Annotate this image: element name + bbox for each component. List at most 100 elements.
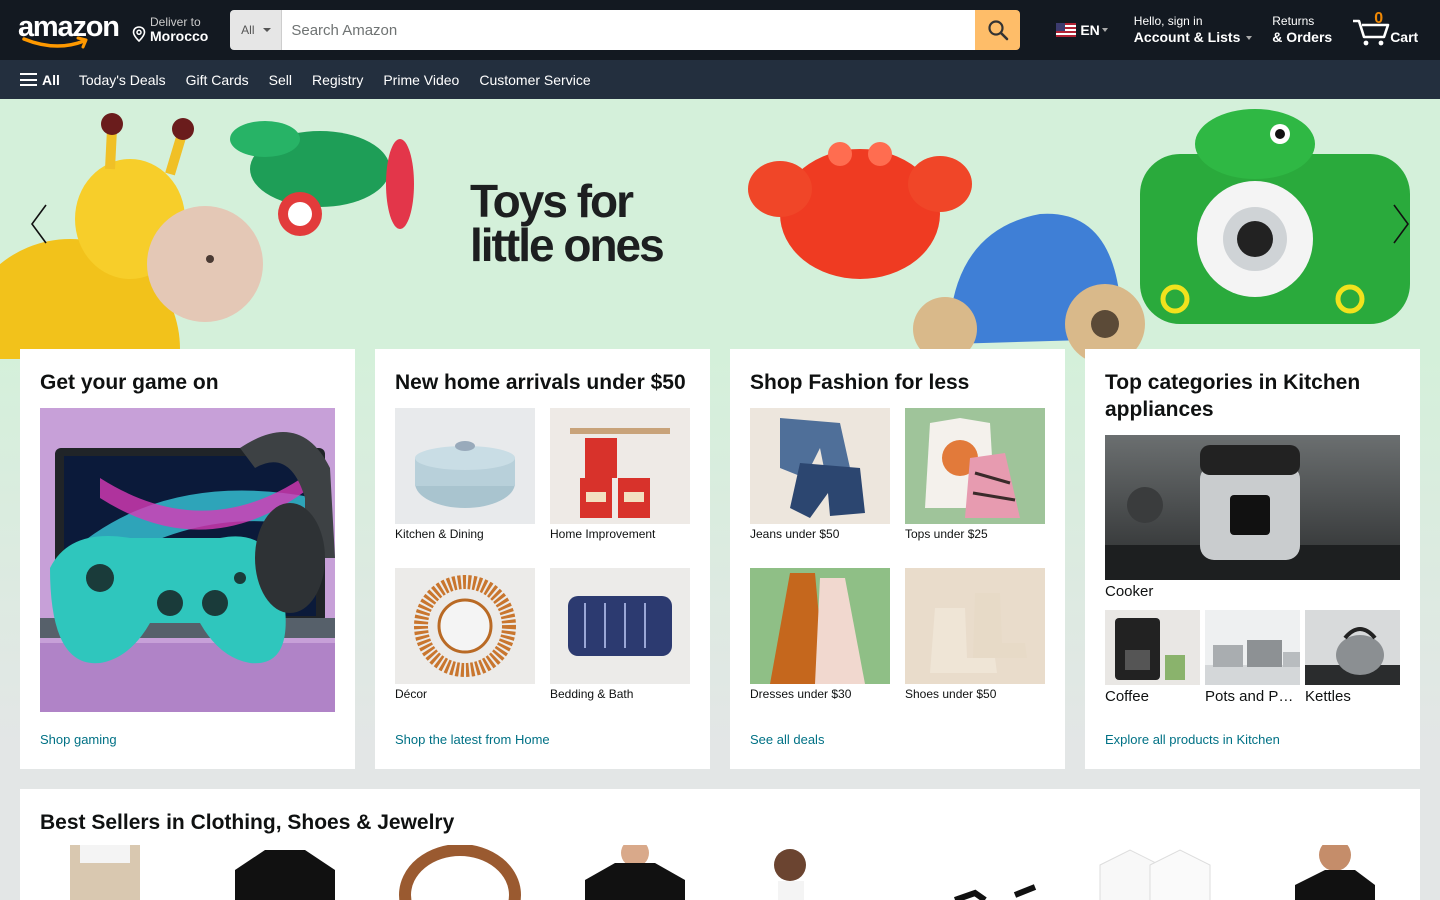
item-caption: Bedding & Bath [550,687,634,701]
home-item-decor[interactable]: Décor [395,568,535,728]
hamburger-menu-icon [20,73,37,86]
jeans-image [750,408,890,524]
item-caption: Décor [395,687,428,701]
fashion-item-shoes[interactable]: Shoes under $50 [905,568,1045,728]
account-label: Account & Lists [1133,28,1241,45]
smile-arrow-icon [22,36,88,49]
search-department-label: All [241,23,255,37]
card-title: Shop Fashion for less [750,371,970,394]
coffee-image [1105,610,1200,685]
carousel-prev-arrow-icon[interactable] [20,199,60,249]
fashion-item-jeans[interactable]: Jeans under $50 [750,408,890,568]
product-image[interactable] [215,845,350,900]
kitchen-item-kettles[interactable]: Kettles [1305,610,1400,705]
tops-image [905,408,1045,524]
kitchen-dining-image [395,408,535,524]
explore-kitchen-link[interactable]: Explore all products in Kitchen [1105,732,1280,747]
card-title: New home arrivals under $50 [395,371,686,394]
kitchen-item-pots[interactable]: Pots and Pans [1205,610,1300,705]
item-caption: Coffee [1105,688,1149,705]
fashion-item-dresses[interactable]: Dresses under $30 [750,568,890,728]
gaming-illustration [40,408,335,712]
nav-registry[interactable]: Registry [312,72,363,88]
card-home-arrivals: New home arrivals under $50 Kitchen & Di… [375,349,710,769]
home-item-bedding[interactable]: Bedding & Bath [550,568,690,728]
cooker-image [1105,435,1400,580]
fashion-item-tops[interactable]: Tops under $25 [905,408,1045,568]
deliver-to[interactable]: Deliver to Morocco [132,15,209,45]
amazon-logo[interactable]: amazon [18,8,120,52]
product-image[interactable] [1090,845,1225,900]
decor-image [395,568,535,684]
bedding-bath-image [550,568,690,684]
dresses-image [750,568,890,684]
home-item-kitchen[interactable]: Kitchen & Dining [395,408,535,568]
chevron-down-icon [1101,28,1108,32]
shop-gaming-link[interactable]: Shop gaming [40,732,117,747]
product-image[interactable] [565,845,700,900]
language-selector[interactable]: EN [1056,22,1108,38]
product-image[interactable] [740,845,875,900]
nav-sell[interactable]: Sell [269,72,292,88]
all-menu-button[interactable]: All [20,72,60,88]
home-improvement-image [550,408,690,524]
search-department-select[interactable]: All [230,10,283,50]
car-toy-image [913,213,1145,359]
item-caption: Cooker [1105,583,1154,600]
nav-gift-cards[interactable]: Gift Cards [186,72,249,88]
product-image[interactable] [390,845,525,900]
hero-title-line2: little ones [470,219,665,271]
location-pin-icon [132,26,146,43]
returns-label: Returns [1272,14,1315,29]
card-title: Get your game on [40,371,219,394]
deliver-country: Morocco [150,27,209,44]
nav-prime-video[interactable]: Prime Video [383,72,459,88]
card-kitchen-appliances: Top categories in Kitchen appliances Coo… [1085,349,1420,769]
cart-label: Cart [1390,29,1419,45]
pots-pans-image [1205,610,1300,685]
search-button[interactable] [975,10,1021,50]
all-menu-label: All [42,71,60,88]
orders-label: & Orders [1272,28,1333,45]
item-caption: Tops under $25 [905,527,988,541]
kettles-image [1305,610,1400,685]
language-label: EN [1080,22,1100,38]
item-caption: Jeans under $50 [750,527,840,541]
sub-navbar: All Today's Deals Gift Cards Sell Regist… [0,60,1440,99]
gaming-image[interactable] [40,408,335,712]
nav-todays-deals[interactable]: Today's Deals [79,72,166,88]
hero-toys-illustration [0,109,1410,359]
dinosaur-camera-toy-image [1140,109,1410,324]
account-lists[interactable]: Hello, sign in Account & Lists [1133,14,1253,45]
returns-orders[interactable]: Returns & Orders [1272,14,1333,45]
hero-title[interactable]: Toys for little ones [470,175,665,271]
card-title: Top categories in Kitchen appliances [1105,371,1361,421]
top-navbar: amazon Deliver to Morocco All Search Ama… [0,0,1440,60]
us-flag-icon [1056,23,1077,37]
item-caption: Kettles [1305,688,1351,705]
section-title: Best Sellers in Clothing, Shoes & Jewelr… [40,811,455,834]
product-image[interactable] [915,845,1050,900]
airplane-toy-image [230,121,414,236]
carousel-next-arrow-icon[interactable] [1380,199,1420,249]
product-carousel [40,845,1400,900]
product-image[interactable] [40,845,175,900]
kitchen-item-cooker[interactable]: Cooker [1105,435,1400,600]
item-caption: Home Improvement [550,527,656,541]
home-item-improvement[interactable]: Home Improvement [550,408,690,568]
account-greeting: Hello, sign in [1133,14,1203,29]
hero-title-line1: Toys for [470,175,634,227]
see-all-deals-link[interactable]: See all deals [750,732,824,747]
nav-customer-service[interactable]: Customer Service [479,72,590,88]
best-sellers-section: Best Sellers in Clothing, Shoes & Jewelr… [20,789,1420,900]
search-bar: All [230,10,1021,50]
product-image[interactable] [1265,845,1400,900]
cart-button[interactable]: 0 Cart [1352,10,1419,47]
kitchen-item-coffee[interactable]: Coffee [1105,610,1200,705]
shop-home-link[interactable]: Shop the latest from Home [395,732,550,747]
cart-icon [1353,19,1390,46]
card-gaming: Get your game on Shop gaming [20,349,355,769]
search-icon [988,20,1009,41]
item-caption: Kitchen & Dining [395,527,484,541]
search-input[interactable] [282,10,976,50]
